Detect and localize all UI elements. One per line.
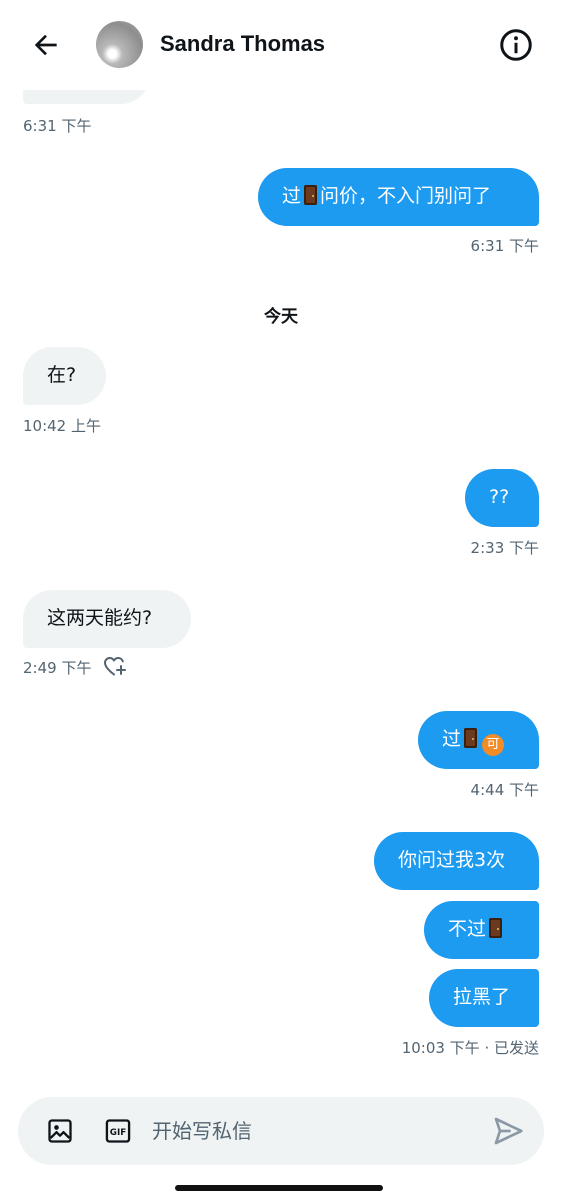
message-timestamp: 10:42 上午 bbox=[23, 417, 101, 435]
message-timestamp-status: 10:03 下午 · 已发送 bbox=[401, 1039, 539, 1057]
message-bubble-outgoing[interactable]: 不过 bbox=[424, 901, 539, 959]
heart-plus-icon[interactable] bbox=[103, 655, 127, 677]
send-icon[interactable] bbox=[492, 1115, 524, 1147]
message-text: 这两天能约? bbox=[47, 607, 153, 629]
contact-name[interactable]: Sandra Thomas bbox=[160, 30, 325, 58]
message-text: 拉黑了 bbox=[453, 986, 511, 1008]
message-composer: GIF 开始写私信 bbox=[18, 1097, 544, 1165]
message-timestamp: 2:33 下午 bbox=[470, 539, 539, 557]
message-bubble-incoming[interactable]: 这两天能约? bbox=[23, 590, 191, 648]
info-icon[interactable] bbox=[498, 27, 534, 63]
image-icon[interactable] bbox=[46, 1117, 74, 1145]
message-bubble-outgoing[interactable]: 过问价，不入门别问了 bbox=[258, 168, 539, 226]
message-text: 问价，不入门别问了 bbox=[320, 185, 492, 207]
message-text: 过 bbox=[442, 728, 462, 750]
message-bubble-outgoing[interactable]: ?? bbox=[465, 469, 539, 527]
message-bubble-outgoing[interactable]: 你问过我3次 bbox=[374, 832, 539, 890]
message-bubble-outgoing[interactable]: 拉黑了 bbox=[429, 969, 539, 1027]
door-emoji-icon bbox=[464, 728, 478, 748]
svg-text:GIF: GIF bbox=[110, 1128, 126, 1138]
message-text: 不过 bbox=[448, 918, 487, 940]
message-text: 过 bbox=[282, 185, 302, 207]
message-bubble-incoming[interactable]: 在? bbox=[23, 347, 106, 405]
back-arrow-icon[interactable] bbox=[30, 29, 62, 61]
message-timestamp: 4:44 下午 bbox=[470, 781, 539, 799]
message-text: 你问过我3次 bbox=[398, 849, 506, 871]
message-timestamp: 6:31 下午 bbox=[23, 117, 92, 135]
message-timestamp: 6:31 下午 bbox=[470, 237, 539, 255]
door-emoji-icon bbox=[304, 185, 318, 205]
conversation-header: Sandra Thomas bbox=[0, 0, 562, 90]
message-text: 在? bbox=[47, 364, 77, 386]
home-indicator bbox=[175, 1185, 383, 1191]
date-separator: 今天 bbox=[264, 307, 298, 327]
avatar[interactable] bbox=[96, 21, 143, 68]
gif-icon[interactable]: GIF bbox=[104, 1117, 132, 1145]
message-bubble-outgoing[interactable]: 过可 bbox=[418, 711, 539, 769]
ke-badge-emoji: 可 bbox=[482, 734, 505, 756]
door-emoji-icon bbox=[489, 918, 503, 938]
message-timestamp: 2:49 下午 bbox=[23, 659, 92, 677]
message-input[interactable]: 开始写私信 bbox=[152, 1118, 252, 1144]
message-text: ?? bbox=[489, 486, 510, 508]
